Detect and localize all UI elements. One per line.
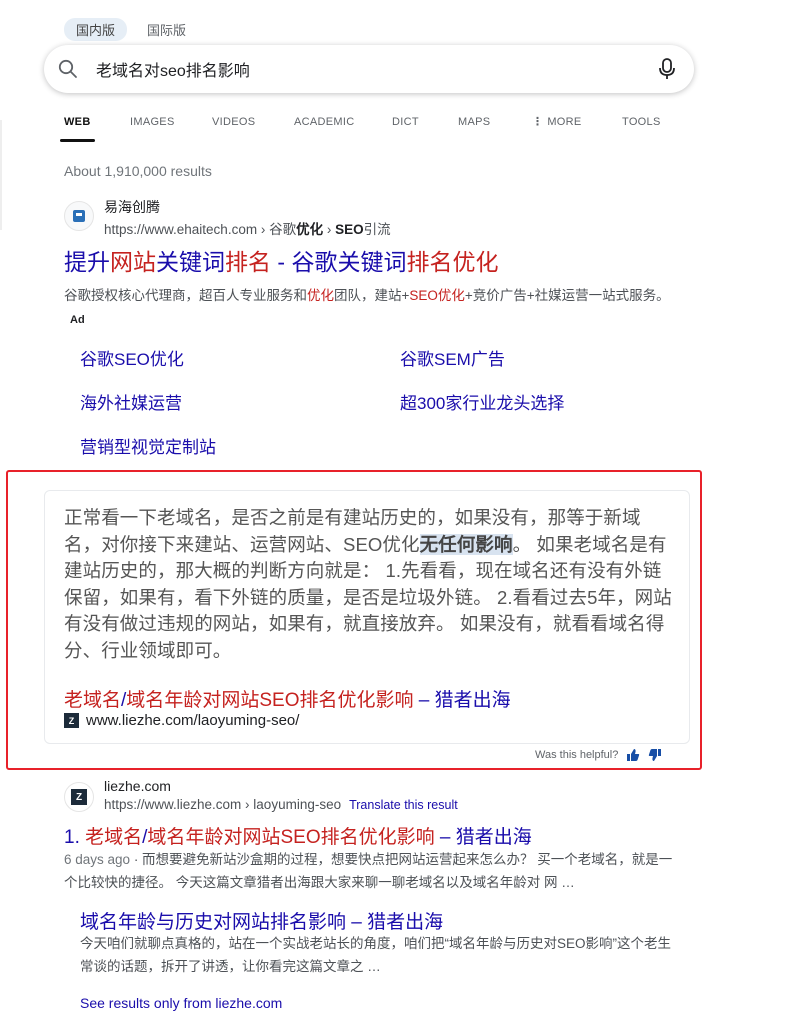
- ad-url-plain: https://www.ehaitech.com › 谷歌: [104, 222, 297, 237]
- organic-title-highlight: 老域名: [85, 827, 143, 848]
- organic-title-part: – 猎者出海: [434, 827, 532, 848]
- thumbs-up-icon[interactable]: [626, 748, 640, 762]
- liezhe-favicon-icon: Z: [71, 789, 87, 805]
- deeplink-title[interactable]: 域名年龄与历史对网站排名影响 – 猎者出海: [80, 907, 443, 934]
- sitelink-design[interactable]: 营销型视觉定制站: [80, 433, 216, 458]
- featured-answer-url: www.liezhe.com/laoyuming-seo/: [86, 712, 300, 729]
- liezhe-logo-icon: Z: [64, 713, 79, 728]
- search-input[interactable]: 老域名对seo排名影响: [96, 57, 658, 81]
- organic-title-link[interactable]: 1. 老域名/域名年龄对网站SEO排名优化影响 – 猎者出海: [64, 822, 532, 849]
- featured-answer-source[interactable]: Z www.liezhe.com/laoyuming-seo/: [64, 712, 299, 729]
- results-count: About 1,910,000 results: [64, 163, 212, 179]
- liezhe-favicon: Z: [64, 782, 94, 812]
- ad-site-name[interactable]: 易海创腾: [104, 197, 160, 217]
- organic-site-name[interactable]: liezhe.com: [104, 778, 171, 794]
- organic-title-highlight: 域名: [147, 827, 186, 848]
- deeplink-description: 今天咱们就聊点真格的，站在一个实战老站长的角度，咱们把“域名年龄与历史对SEO影…: [80, 936, 671, 974]
- helpful-label: Was this helpful?: [535, 749, 619, 761]
- region-cn-tab[interactable]: 国内版: [64, 17, 128, 41]
- region-intl-tab[interactable]: 国际版: [147, 20, 186, 39]
- organic-title-highlight: 影响: [396, 827, 435, 848]
- sitelink-leaders[interactable]: 超300家行业龙头选择: [400, 389, 564, 414]
- organic-title-highlight: 对: [223, 827, 243, 848]
- search-icon[interactable]: [58, 59, 78, 79]
- ad-title-part: 关键词: [156, 249, 225, 275]
- organic-site-url[interactable]: https://www.liezhe.com › laoyuming-seo Tr…: [104, 797, 458, 812]
- answer-link-highlight: 老域名: [64, 690, 122, 711]
- microphone-icon[interactable]: [658, 57, 676, 81]
- answer-link-highlight: 年龄: [164, 690, 203, 711]
- left-edge-mark: [0, 120, 2, 230]
- organic-desc-text: · 而想要避免新站沙盒期的过程，想要快点把网站运营起来怎么办？ 买一个老域名，就…: [64, 852, 673, 890]
- organic-date: 6 days ago: [64, 852, 131, 867]
- search-box[interactable]: 老域名对seo排名影响: [44, 45, 694, 93]
- see-results-only-link[interactable]: See results only from liezhe.com: [80, 995, 282, 1011]
- organic-title-number: 1.: [64, 827, 86, 848]
- ad-title-part: 提升: [64, 249, 110, 275]
- ad-desc-highlight: SEO优化: [409, 288, 465, 303]
- ad-site-url[interactable]: https://www.ehaitech.com › 谷歌优化 › SEO引流: [104, 218, 391, 238]
- answer-emphasis: 无任何影响: [419, 533, 513, 555]
- sitelink-social[interactable]: 海外社媒运营: [80, 389, 182, 414]
- organic-description: 6 days ago · 而想要避免新站沙盒期的过程，想要快点把网站运营起来怎么…: [64, 848, 684, 894]
- tab-more[interactable]: ⋮ MORE: [532, 110, 582, 140]
- tab-videos[interactable]: VIDEOS: [212, 110, 255, 140]
- answer-link-highlight: 网站SEO排名优化: [221, 690, 376, 711]
- thumbs-down-icon[interactable]: [648, 748, 662, 762]
- ad-description: 谷歌授权核心代理商，超百人专业服务和优化团队，建站+SEO优化+竞价广告+社媒运…: [64, 284, 674, 332]
- ad-desc-part: 谷歌授权核心代理商，超百人专业服务和: [64, 288, 307, 303]
- featured-answer-text: 正常看一下老域名，是否之前是有建站历史的，如果没有，那等于新域名，对你接下来建站…: [64, 505, 676, 664]
- organic-url-text: https://www.liezhe.com › laoyuming-seo: [104, 797, 342, 812]
- ad-desc-part: +竞价广告+社媒运营一站式服务。: [464, 288, 670, 303]
- featured-answer-link[interactable]: 老域名/域名年龄对网站SEO排名优化影响 – 猎者出海: [64, 685, 511, 712]
- ad-desc-part: 团队，建站+: [334, 288, 410, 303]
- region-toggle: 国内版 国际版: [64, 17, 186, 41]
- tab-maps[interactable]: MAPS: [458, 110, 490, 140]
- ad-title-highlight: 排名: [225, 249, 271, 275]
- ad-title-part: - 谷歌关键词: [271, 249, 407, 275]
- tab-web[interactable]: WEB: [60, 110, 95, 142]
- sitelink-sem[interactable]: 谷歌SEM广告: [400, 345, 505, 370]
- ad-badge: Ad: [70, 314, 85, 326]
- helpful-feedback: Was this helpful?: [535, 748, 662, 762]
- ad-url-tail: 引流: [363, 222, 391, 237]
- tab-images[interactable]: IMAGES: [130, 110, 175, 140]
- ad-title-link[interactable]: 提升网站关键词排名 - 谷歌关键词排名优化: [64, 243, 498, 277]
- ehaitech-favicon: [64, 201, 94, 231]
- ad-url-bold2: SEO: [335, 222, 364, 237]
- sitelink-seo[interactable]: 谷歌SEO优化: [80, 345, 184, 370]
- tab-academic[interactable]: ACADEMIC: [294, 110, 354, 140]
- ad-url-sep: ›: [323, 222, 336, 237]
- ad-url-bold1: 优化: [296, 222, 324, 237]
- ad-desc-highlight: 优化: [307, 288, 334, 303]
- translate-result-link[interactable]: Translate this result: [349, 798, 458, 812]
- tab-tools[interactable]: TOOLS: [622, 110, 661, 140]
- tab-more-label: MORE: [547, 116, 582, 128]
- vertical-dots-icon: ⋮: [532, 116, 544, 128]
- tab-dict[interactable]: DICT: [392, 110, 419, 140]
- ad-title-highlight: 排名优化: [406, 249, 499, 275]
- ad-title-highlight: 网站: [110, 249, 156, 275]
- answer-link-highlight: 域名: [126, 690, 165, 711]
- answer-link-highlight: 影响: [375, 690, 414, 711]
- answer-link-part: – 猎者出海: [413, 690, 511, 711]
- organic-title-highlight: 网站SEO排名优化: [242, 827, 397, 848]
- answer-link-highlight: 对: [202, 690, 222, 711]
- organic-title-highlight: 年龄: [185, 827, 224, 848]
